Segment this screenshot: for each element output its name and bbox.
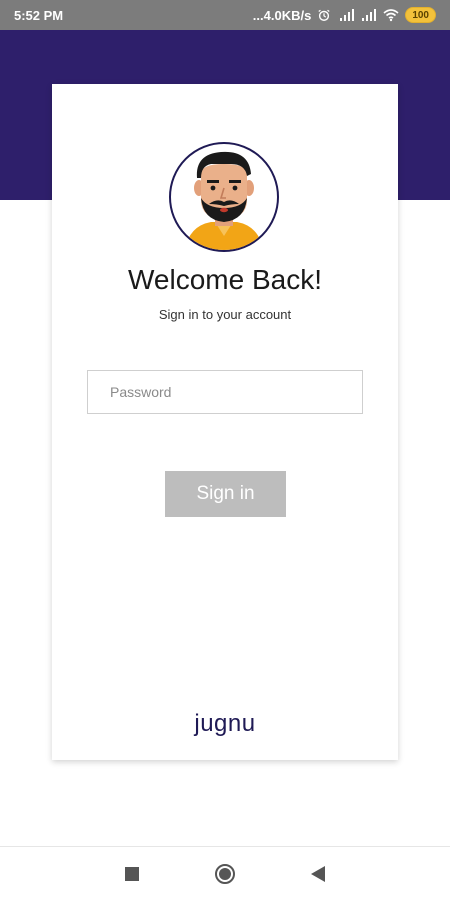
- status-bar: 5:52 PM ...4.0KB/s 100: [0, 0, 450, 30]
- brand-logo: jugnu: [194, 710, 256, 737]
- avatar-illustration: [185, 151, 263, 250]
- status-right: ...4.0KB/s 100: [253, 7, 436, 23]
- alarm-icon: [317, 8, 333, 22]
- back-triangle-icon: [311, 866, 325, 882]
- home-button[interactable]: [211, 860, 239, 888]
- recent-apps-button[interactable]: [118, 860, 146, 888]
- avatar: [169, 142, 279, 252]
- network-speed: ...4.0KB/s: [252, 7, 312, 23]
- home-circle-icon: [215, 864, 235, 884]
- battery-icon: 100: [405, 7, 436, 23]
- wifi-icon: [383, 8, 399, 22]
- password-input[interactable]: [87, 370, 363, 414]
- signal-icon: [339, 8, 355, 22]
- sign-in-button[interactable]: Sign in: [165, 471, 286, 517]
- welcome-subtitle: Sign in to your account: [158, 307, 292, 322]
- login-screen: 5:52 PM ...4.0KB/s 100 Welcome Back! Sig…: [0, 0, 450, 900]
- square-icon: [125, 867, 139, 881]
- back-button[interactable]: [304, 860, 332, 888]
- signal-icon: [361, 8, 377, 22]
- status-time: 5:52 PM: [14, 7, 64, 23]
- welcome-title: Welcome Back!: [128, 264, 322, 295]
- login-card: Welcome Back! Sign in to your account Si…: [52, 84, 398, 760]
- status-left: 5:52 PM: [14, 8, 63, 23]
- bottom-nav-bar: [0, 847, 450, 900]
